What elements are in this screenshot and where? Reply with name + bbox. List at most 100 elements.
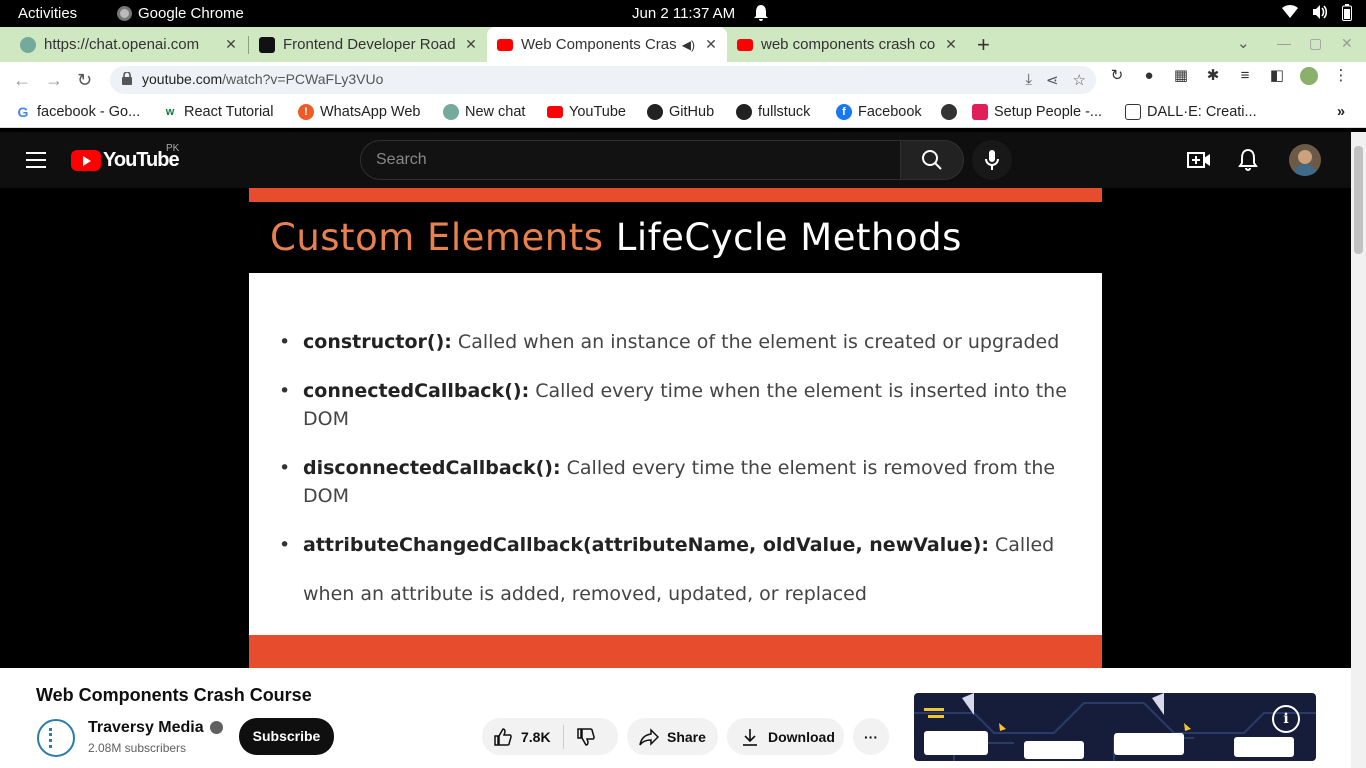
- side-panel-icon[interactable]: ◧: [1268, 67, 1286, 85]
- tab-title: Web Components Cras: [521, 36, 677, 53]
- bookmark-item[interactable]: ! WhatsApp Web: [298, 104, 420, 120]
- slide-header: Custom Elements LifeCycle Methods: [249, 202, 1102, 273]
- activities-button[interactable]: Activities: [18, 5, 77, 22]
- youtube-logo[interactable]: YouTube PK: [71, 143, 180, 172]
- download-button[interactable]: Download: [727, 718, 844, 755]
- close-icon[interactable]: ✕: [701, 36, 721, 53]
- slide-title-main: LifeCycle Methods: [615, 216, 962, 259]
- tab-chatgpt[interactable]: https://chat.openai.com ✕: [0, 27, 247, 62]
- verified-badge-icon: [209, 721, 223, 735]
- bookmark-label: React Tutorial: [184, 104, 274, 120]
- bookmark-item[interactable]: GitHub: [647, 104, 714, 120]
- lifecycle-list: constructor(): Called when an instance o…: [279, 328, 1079, 640]
- voice-search-button[interactable]: [972, 140, 1012, 180]
- tab-search-chevron-icon[interactable]: ⌄: [1237, 34, 1250, 52]
- system-top-bar: Activities Google Chrome Jun 2 11:37 AM: [0, 0, 1366, 27]
- channel-avatar[interactable]: [37, 719, 75, 757]
- bookmark-item[interactable]: New chat: [443, 104, 525, 120]
- youtube-icon: [737, 38, 753, 51]
- openai-icon: [443, 104, 459, 120]
- user-avatar[interactable]: [1289, 144, 1321, 176]
- video-frame-slide: Custom Elements LifeCycle Methods constr…: [249, 188, 1102, 668]
- tab-roadmap[interactable]: Frontend Developer Road ✕: [239, 27, 487, 62]
- sync-icon[interactable]: ↻: [1108, 67, 1126, 85]
- bookmark-label: fullstuck: [758, 104, 811, 120]
- bookmark-item[interactable]: w React Tutorial: [162, 104, 273, 120]
- bookmark-item[interactable]: Gfacebook - Go...: [15, 104, 140, 120]
- method-name: constructor():: [303, 331, 452, 353]
- channel-name[interactable]: Traversy Media: [88, 719, 223, 737]
- tab-web-components-search[interactable]: web components crash co ✕: [727, 27, 967, 62]
- notifications-bell-icon[interactable]: [1236, 148, 1260, 172]
- share-arrow-icon: [639, 727, 659, 746]
- share-button[interactable]: Share: [627, 718, 718, 755]
- bookmark-item[interactable]: fullstuck: [736, 104, 810, 120]
- like-count[interactable]: 7.8K: [521, 729, 551, 745]
- search-button[interactable]: [900, 140, 964, 180]
- maximize-icon[interactable]: ▢: [1309, 35, 1322, 52]
- youtube-icon: [547, 106, 563, 118]
- scrollbar-thumb[interactable]: [1354, 146, 1363, 254]
- slide-title-accent: Custom Elements: [270, 216, 604, 259]
- tab-web-components-active[interactable]: Web Components Cras ◀) ✕: [487, 27, 727, 62]
- qr-extension-icon[interactable]: ▦: [1172, 67, 1190, 85]
- slide-top-bar: [249, 188, 1102, 202]
- search-input[interactable]: [376, 151, 876, 169]
- address-bar[interactable]: youtube.com/watch?v=PCWaFLy3VUo ⤓ ⋖ ☆: [110, 66, 1096, 94]
- method-name: attributeChangedCallback(attributeName, …: [303, 534, 989, 556]
- tab-title: Frontend Developer Road: [283, 36, 456, 53]
- clock[interactable]: Jun 2 11:37 AM: [632, 5, 735, 22]
- bookmark-item[interactable]: [941, 104, 963, 120]
- close-icon[interactable]: ✕: [221, 36, 241, 53]
- window-close-icon[interactable]: ✕: [1341, 35, 1353, 52]
- lock-icon: [122, 72, 132, 85]
- github-icon: [647, 104, 663, 120]
- extension-dark-icon[interactable]: ●: [1140, 67, 1158, 85]
- minimize-icon[interactable]: —: [1277, 35, 1291, 51]
- subscribe-button[interactable]: Subscribe: [239, 718, 334, 755]
- kebab-menu-icon[interactable]: ⋮: [1332, 67, 1350, 85]
- profile-avatar[interactable]: [1300, 67, 1318, 85]
- thumbs-down-icon[interactable]: [576, 727, 596, 747]
- bookmark-item[interactable]: DALL·E: Creati...: [1125, 104, 1257, 120]
- like-divider: [562, 724, 564, 749]
- share-label: Share: [667, 728, 706, 745]
- share-icon[interactable]: ⋖: [1046, 71, 1059, 89]
- menu-icon[interactable]: [26, 152, 46, 168]
- more-bookmarks-icon[interactable]: »: [1337, 104, 1345, 120]
- reload-icon[interactable]: ↻: [77, 70, 92, 91]
- facebook-icon: f: [836, 104, 852, 120]
- roadmap-icon: [259, 36, 275, 53]
- app-menu[interactable]: Google Chrome: [117, 5, 244, 22]
- download-label: Download: [768, 728, 835, 745]
- github-icon: [736, 104, 752, 120]
- ad-banner[interactable]: i: [914, 693, 1316, 761]
- close-icon[interactable]: ✕: [461, 36, 481, 53]
- video-player[interactable]: Custom Elements LifeCycle Methods constr…: [0, 188, 1351, 668]
- list-item: attributeChangedCallback(attributeName, …: [279, 521, 1079, 619]
- page-scrollbar[interactable]: [1351, 132, 1366, 768]
- bookmark-item[interactable]: Setup People -...: [972, 104, 1102, 120]
- ad-circuit-illustration: [914, 693, 1316, 761]
- url-text: youtube.com/watch?v=PCWaFLy3VUo: [142, 71, 383, 87]
- close-icon[interactable]: ✕: [941, 36, 961, 53]
- back-icon[interactable]: ←: [13, 70, 31, 91]
- forward-icon[interactable]: →: [45, 70, 63, 91]
- more-actions-button[interactable]: ···: [853, 718, 889, 755]
- method-description: Called when an instance of the element i…: [457, 331, 1060, 353]
- battery-icon: [1342, 4, 1352, 21]
- bookmark-item[interactable]: YouTube: [547, 104, 626, 120]
- bookmark-star-icon[interactable]: ☆: [1073, 71, 1086, 89]
- bookmark-item[interactable]: f Facebook: [836, 104, 922, 120]
- info-icon[interactable]: i: [1272, 705, 1300, 733]
- create-video-icon[interactable]: [1187, 148, 1211, 172]
- media-queue-icon[interactable]: ≡: [1236, 67, 1254, 85]
- method-name: connectedCallback():: [303, 380, 530, 402]
- install-app-icon[interactable]: ⤓: [1025, 71, 1032, 89]
- puzzle-icon[interactable]: ✱: [1204, 67, 1222, 85]
- thumbs-up-icon[interactable]: [493, 727, 513, 747]
- audio-playing-icon[interactable]: ◀): [682, 38, 695, 52]
- new-tab-icon[interactable]: +: [977, 32, 990, 58]
- system-tray[interactable]: [1282, 4, 1352, 21]
- video-info: Web Components Crash Course Traversy Med…: [0, 668, 1351, 768]
